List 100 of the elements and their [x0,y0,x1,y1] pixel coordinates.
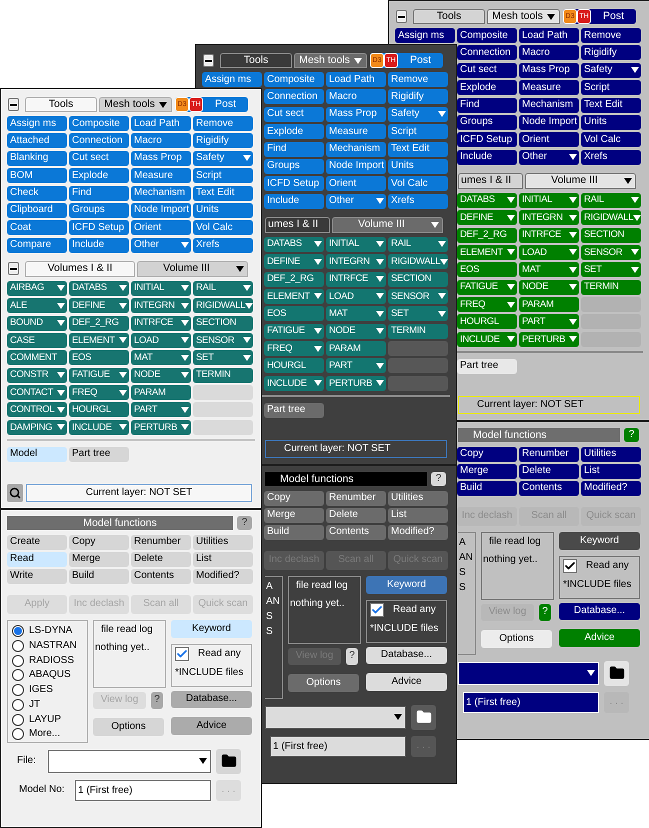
category-button[interactable]: INCLUDE [457,332,517,347]
category-button[interactable]: HOURGL [69,402,129,418]
folder-button[interactable] [411,704,436,730]
advice-button[interactable]: Advice [559,628,640,647]
category-button[interactable]: BOUND [7,316,67,331]
category-button[interactable]: PARAM [519,297,579,312]
tool-button[interactable]: Assign ms [202,72,262,87]
category-button[interactable]: DEFINE [457,210,517,226]
category-button[interactable]: SET [193,350,253,366]
category-button[interactable]: INITIAL [326,236,386,252]
keyword-format-button[interactable]: Keyword [366,576,447,594]
tool-button[interactable]: Orient [131,220,191,236]
category-button[interactable]: EOS [69,350,129,366]
tab[interactable]: Tools [25,97,97,112]
category-button[interactable]: INTEGRN [519,210,579,226]
tab[interactable]: Volumes I & II [25,260,135,277]
tool-button[interactable]: Groups [457,114,517,130]
database-button[interactable]: Database... [559,602,640,620]
tool-button[interactable]: Script [581,80,641,96]
tool-button[interactable]: Mechanism [131,186,191,201]
category-button[interactable]: DEFINE [69,298,129,314]
category-button[interactable]: NODE [519,280,579,295]
tool-button[interactable]: Remove [193,116,253,131]
tool-button[interactable]: Cut sect [264,106,324,122]
tool-button[interactable]: Cut sect [457,62,517,78]
category-button[interactable]: SECTION [193,316,253,331]
collapse-icon[interactable] [8,98,19,111]
tool-button[interactable]: Vol Calc [193,220,253,236]
category-button[interactable]: HOURGL [264,358,324,374]
tool-button[interactable]: Mechanism [326,142,386,157]
function-button[interactable]: Contents [131,568,191,584]
function-button[interactable]: List [388,508,448,523]
category-button[interactable]: INTRFCE [131,316,191,331]
collapse-icon[interactable] [203,54,214,67]
category-button[interactable]: TERMIN [193,368,253,383]
tool-button[interactable]: ICFD Setup [69,220,129,236]
function-button[interactable]: Utilities [581,446,641,462]
tab[interactable]: Mesh tools [487,9,560,24]
tool-button[interactable]: Explode [69,168,129,184]
model-number-field[interactable]: 1 (First free) [75,780,211,801]
tool-button[interactable]: Rigidify [193,133,253,148]
tool-button[interactable]: Node Import [131,202,191,218]
category-button[interactable]: LOAD [131,332,191,348]
category-button[interactable]: CONSTR [7,368,67,383]
tool-button[interactable]: Text Edit [581,98,641,113]
function-button[interactable]: Delete [131,552,191,567]
function-button[interactable]: Merge [264,508,324,523]
tool-button[interactable]: Text Edit [193,186,253,201]
tool-button[interactable]: Macro [519,45,579,60]
function-button[interactable]: Utilities [193,534,253,550]
category-button[interactable]: RAIL [581,192,641,208]
function-button[interactable]: List [581,464,641,479]
category-button[interactable]: DEF_2_RG [457,228,517,243]
category-button[interactable]: CONTROL [7,402,67,418]
options-button[interactable]: Options [288,674,359,692]
database-button[interactable]: Database... [171,690,252,708]
function-button[interactable]: Build [457,480,517,496]
category-button[interactable]: COMMENT [7,350,67,366]
tool-button[interactable]: Xrefs [388,194,448,209]
category-button[interactable]: PART [326,358,386,374]
tool-button[interactable]: Include [264,194,324,209]
keyword-format-button[interactable]: Keyword [171,620,252,638]
tool-button[interactable]: Find [264,142,324,157]
category-button[interactable]: PART [519,314,579,330]
function-button[interactable]: Copy [457,446,517,462]
mode-button[interactable]: Part tree [264,402,324,418]
function-button[interactable]: Merge [69,552,129,567]
tool-button[interactable]: ICFD Setup [457,132,517,148]
help-button[interactable]: ? [346,648,358,665]
help-button[interactable]: ? [431,472,446,486]
category-button[interactable]: PARAM [131,385,191,400]
category-button[interactable]: ALE [7,298,67,314]
function-button[interactable]: Create [7,534,67,550]
tool-button[interactable]: Clipboard [7,202,67,218]
category-button[interactable]: SECTION [581,228,641,243]
tool-button[interactable]: Composite [69,116,129,131]
help-button[interactable]: ? [151,692,163,709]
category-button[interactable]: EOS [264,306,324,322]
tool-button[interactable]: Mass Prop [519,62,579,78]
tab[interactable]: umes I & II [458,172,523,189]
radio-option[interactable]: LS-DYNA [12,624,87,639]
function-button[interactable]: Utilities [388,490,448,506]
category-button[interactable]: TERMIN [388,324,448,339]
category-button[interactable]: RAIL [388,236,448,252]
tool-button[interactable]: Explode [457,80,517,96]
tab[interactable]: Volume III [525,172,636,189]
radio-option[interactable]: More... [12,727,87,742]
category-button[interactable]: SECTION [388,272,448,287]
category-button[interactable]: DEF_2_RG [264,272,324,287]
tool-button[interactable]: Mass Prop [131,150,191,166]
tool-button[interactable]: Macro [131,133,191,148]
tool-button[interactable]: Xrefs [581,150,641,165]
help-button[interactable]: ? [624,428,639,442]
tool-button[interactable]: Connection [69,133,129,148]
category-button[interactable]: DAMPING [7,420,67,435]
tool-button[interactable]: Measure [519,80,579,96]
category-button[interactable]: DEFINE [264,254,324,270]
function-button[interactable]: List [193,552,253,567]
tool-button[interactable]: Explode [264,124,324,140]
function-button[interactable]: Read [7,552,67,567]
